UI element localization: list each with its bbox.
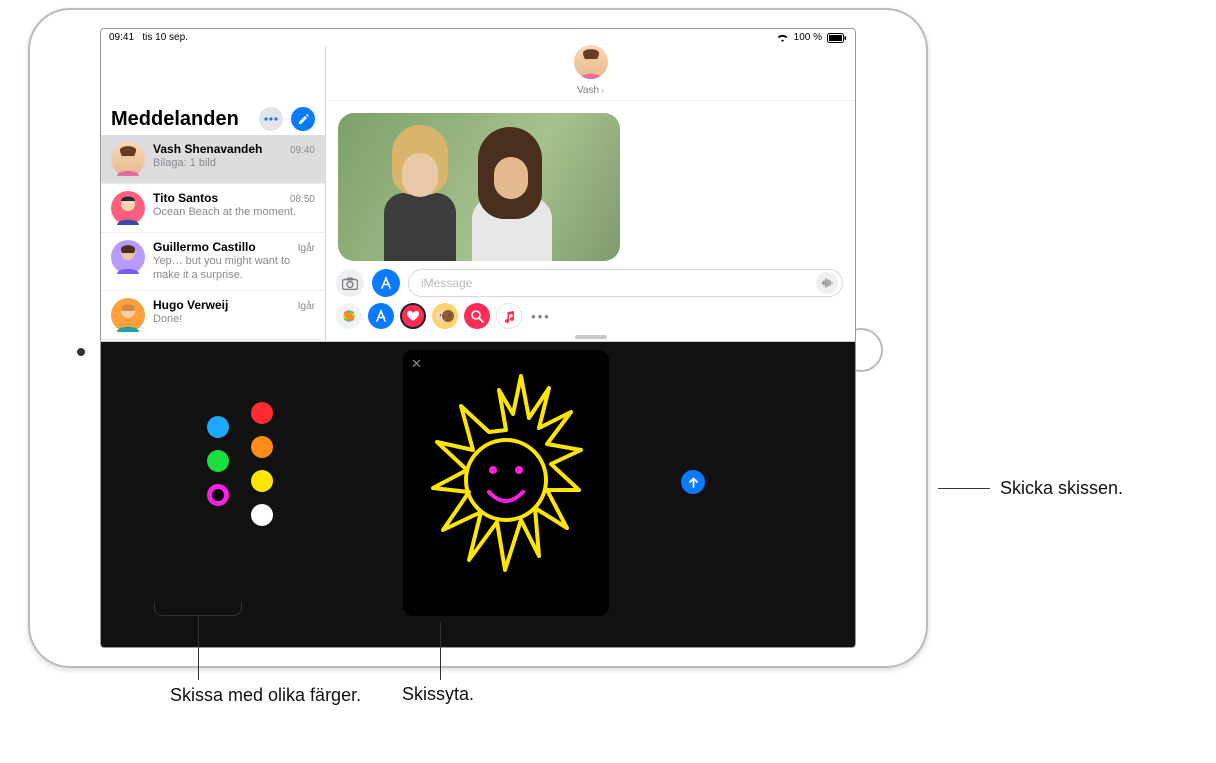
avatar xyxy=(574,45,608,79)
color-swatch-magenta[interactable] xyxy=(207,484,229,506)
list-item[interactable]: Vash Shenavandeh 09:40 Bilaga: 1 bild xyxy=(101,135,325,184)
sidebar-title: Meddelanden xyxy=(111,108,239,131)
send-sketch-button[interactable] xyxy=(681,470,705,494)
conversation-preview: Bilaga: 1 bild xyxy=(153,157,315,171)
battery-percent: 100 % xyxy=(794,32,822,43)
music-app-icon[interactable] xyxy=(496,303,522,329)
photo-person xyxy=(378,121,458,261)
front-camera xyxy=(77,348,85,356)
list-item[interactable]: Hugo Verweij Igår Done! xyxy=(101,291,325,340)
camera-button[interactable] xyxy=(336,269,364,297)
wifi-icon xyxy=(776,33,789,43)
compose-row: iMessage xyxy=(326,265,855,299)
appstore-app-icon[interactable] xyxy=(368,303,394,329)
contact-name: Vash xyxy=(577,85,599,96)
color-palette xyxy=(207,402,275,528)
chevron-right-icon: › xyxy=(601,85,604,95)
conversation-name: Vash Shenavandeh xyxy=(153,142,262,156)
color-swatch-white[interactable] xyxy=(251,504,273,526)
color-swatch-blue[interactable] xyxy=(207,416,229,438)
conversation-list: Vash Shenavandeh 09:40 Bilaga: 1 bild xyxy=(101,135,325,341)
message-photo[interactable] xyxy=(338,113,620,261)
sketch-canvas[interactable]: ✕ xyxy=(403,350,609,616)
callout-colors: Skissa med olika färger. xyxy=(170,684,390,707)
photo-person xyxy=(468,121,556,261)
compose-button[interactable] xyxy=(291,107,315,131)
avatar xyxy=(111,240,145,274)
more-button[interactable] xyxy=(259,107,283,131)
compose-placeholder: iMessage xyxy=(421,276,472,290)
ipad-frame: 09:41 tis 10 sep. 100 % M xyxy=(28,8,928,668)
conversation-preview: Done! xyxy=(153,313,315,327)
sketch-drawing xyxy=(421,370,591,590)
drawer-drag-handle[interactable] xyxy=(575,335,607,339)
audio-message-button[interactable] xyxy=(816,272,838,294)
status-bar: 09:41 tis 10 sep. 100 % xyxy=(101,29,855,46)
color-swatch-red[interactable] xyxy=(251,402,273,424)
photos-app-icon[interactable] xyxy=(336,303,362,329)
screen: 09:41 tis 10 sep. 100 % M xyxy=(100,28,856,648)
color-swatch-green[interactable] xyxy=(207,450,229,472)
callout-send: Skicka skissen. xyxy=(938,478,1123,499)
callout-text: Skissyta. xyxy=(402,684,474,705)
imessage-app-drawer: ••• xyxy=(326,299,855,335)
avatar xyxy=(111,191,145,225)
apps-button[interactable] xyxy=(372,269,400,297)
conversation-name: Guillermo Castillo xyxy=(153,240,256,254)
conversation-time: 08:50 xyxy=(290,194,315,205)
color-swatch-yellow[interactable] xyxy=(251,470,273,492)
avatar xyxy=(111,142,145,176)
list-item[interactable]: Tito Santos 08:50 Ocean Beach at the mom… xyxy=(101,184,325,233)
battery-icon xyxy=(827,33,847,43)
conversation-pane: Vash› xyxy=(326,46,855,341)
callout-text: Skicka skissen. xyxy=(1000,478,1123,499)
conversation-time: Igår xyxy=(298,243,315,254)
callout-text: Skissa med olika färger. xyxy=(170,684,390,707)
conversation-preview: Yep… but you might want to make it a sur… xyxy=(153,255,315,283)
avatar xyxy=(111,298,145,332)
compose-input[interactable]: iMessage xyxy=(408,269,843,297)
digital-touch-app-icon[interactable] xyxy=(400,303,426,329)
more-apps-icon[interactable]: ••• xyxy=(528,303,554,329)
status-time: 09:41 xyxy=(109,32,134,43)
contact-header[interactable]: Vash› xyxy=(574,45,608,98)
conversation-name: Tito Santos xyxy=(153,191,218,205)
conversation-time: Igår xyxy=(298,301,315,312)
memoji-app-icon[interactable] xyxy=(432,303,458,329)
status-date: tis 10 sep. xyxy=(142,32,188,43)
callout-canvas: Skissyta. xyxy=(402,684,474,705)
conversation-preview: Ocean Beach at the moment. xyxy=(153,206,315,220)
conversation-list-sidebar: Meddelanden xyxy=(101,46,326,341)
conversation-name: Hugo Verweij xyxy=(153,298,228,312)
color-swatch-orange[interactable] xyxy=(251,436,273,458)
images-search-app-icon[interactable] xyxy=(464,303,490,329)
list-item[interactable]: Guillermo Castillo Igår Yep… but you mig… xyxy=(101,233,325,291)
conversation-time: 09:40 xyxy=(290,145,315,156)
